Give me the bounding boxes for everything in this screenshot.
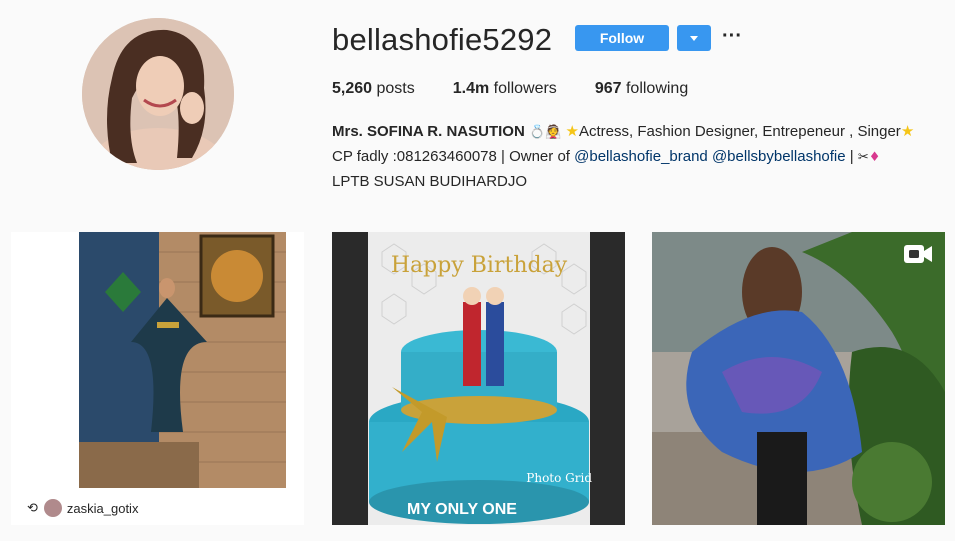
profile-stats: 5,260 posts 1.4m followers 967 following xyxy=(332,80,726,98)
post-thumbnail-3[interactable] xyxy=(652,232,945,525)
following-stat[interactable]: 967 following xyxy=(595,80,688,98)
mention-link-bells[interactable]: @bellsbybellashofie xyxy=(712,148,846,165)
more-options-icon[interactable]: ··· xyxy=(722,26,742,50)
suggestions-dropdown-button[interactable] xyxy=(677,25,711,51)
bio-contact: CP fadly :081263460078 | Owner of xyxy=(332,148,570,165)
photogrid-watermark: Photo Grid xyxy=(526,471,592,485)
star-icon: ★ xyxy=(565,123,579,140)
repost-username: zaskia_gotix xyxy=(66,500,139,516)
post-thumbnail-2[interactable]: Happy Birthday MY ONLY ONE Photo Grid xyxy=(332,232,625,525)
star-icon: ★ xyxy=(900,123,915,140)
bio-roles: Actress, Fashion Designer, Entrepeneur ,… xyxy=(578,123,901,140)
cake-bottom-text: MY ONLY ONE xyxy=(407,501,517,518)
bio-separator: | xyxy=(849,148,854,165)
profile-avatar xyxy=(82,18,234,170)
posts-count: 5,260 xyxy=(332,80,373,97)
followers-stat[interactable]: 1.4m followers xyxy=(453,80,557,98)
chevron-down-icon xyxy=(690,35,698,41)
bride-icon: 👰 xyxy=(545,125,562,140)
bio-line-1: Mrs. SOFINA R. NASUTION 💍👰 ★Actress, Fas… xyxy=(332,120,952,145)
posts-stat: 5,260 posts xyxy=(332,80,415,98)
repost-icon: ⟲ xyxy=(27,500,38,516)
ring-icon: 💍 xyxy=(528,125,546,140)
bio-line-2: CP fadly :081263460078 | Owner of @bella… xyxy=(332,145,952,170)
posts-label: posts xyxy=(376,80,415,97)
video-icon xyxy=(904,245,932,263)
dress-icon: ♦ xyxy=(868,150,881,165)
bio-line-3: LPTB SUSAN BUDIHARDJO xyxy=(332,173,528,190)
followers-label: followers xyxy=(493,80,557,97)
profile-bio: Mrs. SOFINA R. NASUTION 💍👰 ★Actress, Fas… xyxy=(332,120,952,194)
full-name: Mrs. SOFINA R. NASUTION xyxy=(332,123,525,140)
scissors-icon: ✂ xyxy=(857,150,869,165)
followers-count: 1.4m xyxy=(452,80,490,97)
follow-button[interactable]: Follow xyxy=(575,25,669,51)
post-thumbnail-1[interactable]: ⟲ zaskia_gotix xyxy=(11,232,304,525)
repost-badge: ⟲ zaskia_gotix xyxy=(25,497,145,519)
cake-topper-text: Happy Birthday xyxy=(391,253,568,278)
username: bellashofie5292 xyxy=(332,22,553,57)
repost-avatar xyxy=(43,499,62,517)
following-label: following xyxy=(625,80,689,97)
mention-link-brand[interactable]: @bellashofie_brand xyxy=(574,148,708,165)
following-count: 967 xyxy=(594,80,622,97)
